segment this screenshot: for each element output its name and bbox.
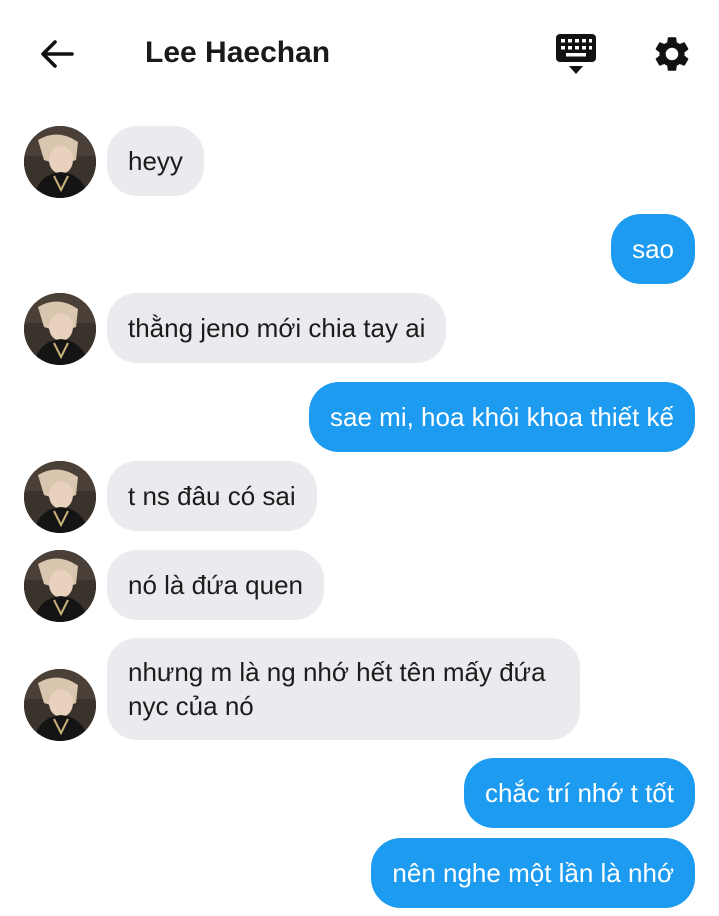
avatar[interactable] (24, 126, 96, 198)
message-bubble-incoming: nhưng m là ng nhớ hết tên mấy đứa nyc củ… (107, 638, 580, 740)
message-bubble-outgoing: chắc trí nhớ t tốt (463, 758, 695, 828)
message-bubble-outgoing: sao (611, 214, 695, 284)
message-bubble-incoming: t ns đâu có sai (107, 461, 317, 531)
back-button[interactable] (34, 32, 78, 76)
message-text: nên nghe một lần là nhớ (392, 858, 674, 888)
message-bubble-incoming: thằng jeno mới chia tay ai (107, 293, 447, 363)
avatar[interactable] (24, 669, 96, 741)
message-text: sae mi, hoa khôi khoa thiết kế (330, 402, 674, 432)
message-text: heyy (128, 146, 183, 176)
chat-header: Lee Haechan (0, 0, 719, 108)
message-bubble-incoming: heyy (107, 126, 204, 196)
keyboard-icon (556, 34, 596, 74)
avatar[interactable] (24, 293, 96, 365)
message-text: thằng jeno mới chia tay ai (128, 313, 426, 343)
keyboard-button[interactable] (552, 30, 600, 78)
avatar[interactable] (24, 550, 96, 622)
message-bubble-incoming: nó là đứa quen (107, 550, 324, 620)
message-bubble-outgoing: sae mi, hoa khôi khoa thiết kế (309, 382, 695, 452)
gear-icon (655, 37, 689, 71)
message-text: t ns đâu có sai (128, 481, 296, 511)
message-text: sao (632, 234, 674, 264)
settings-button[interactable] (648, 30, 696, 78)
contact-name: Lee Haechan (145, 36, 331, 69)
message-text: nhưng m là ng nhớ hết tên mấy đứa nyc củ… (128, 657, 546, 721)
arrow-left-icon (41, 40, 74, 68)
message-text: nó là đứa quen (128, 570, 303, 600)
message-text: chắc trí nhớ t tốt (484, 778, 674, 808)
avatar[interactable] (24, 461, 96, 533)
message-bubble-outgoing: nên nghe một lần là nhớ (371, 838, 695, 908)
